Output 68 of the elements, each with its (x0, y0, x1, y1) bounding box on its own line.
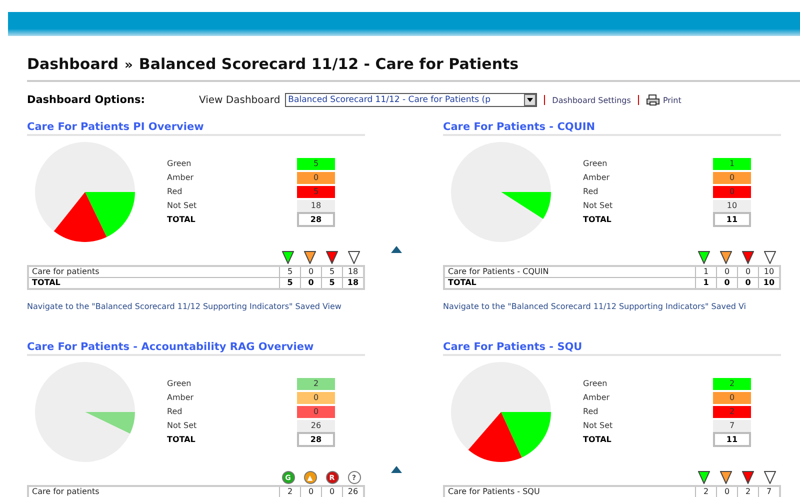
table-cell: 5 (322, 266, 342, 278)
back-to-top-icon[interactable] (391, 466, 402, 473)
count-value: 0 (297, 392, 335, 404)
legend-label: Red (167, 406, 184, 418)
total-label: TOTAL (583, 434, 612, 446)
legend-label: Red (583, 186, 600, 198)
breadcrumb-separator: » (124, 58, 133, 73)
legend-label: Green (583, 378, 608, 390)
count-value: 0 (713, 392, 751, 404)
total-value: 11 (713, 432, 751, 447)
count-value: 0 (713, 172, 751, 184)
breadcrumb-link[interactable]: Dashboard (27, 55, 118, 73)
legend-label: Not Set (583, 200, 614, 212)
count-value: 2 (297, 378, 335, 390)
count-value: 5 (297, 158, 335, 170)
legend-label: Amber (583, 172, 611, 184)
table-cell: 5 (280, 266, 300, 278)
count-value: 1 (713, 158, 751, 170)
count-value: 0 (713, 186, 751, 198)
count-value: 2 (713, 378, 751, 390)
legend-label: Red (583, 406, 600, 418)
legend-label: Not Set (583, 420, 614, 432)
dropdown-icon (527, 98, 534, 102)
legend-label: Amber (167, 392, 195, 404)
back-to-top-icon[interactable] (391, 246, 402, 253)
total-value: 28 (297, 432, 335, 447)
view-label: View Dashboard (199, 94, 280, 106)
legend-label: Amber (167, 172, 195, 184)
panel-title[interactable]: Care For Patients - SQU (443, 341, 781, 356)
count-value: 0 (297, 172, 335, 184)
legend-label: Not Set (167, 420, 198, 432)
table-cell: 1 (696, 266, 716, 278)
legend-label: Red (167, 186, 184, 198)
legend-label: Green (167, 158, 192, 170)
row-name: Care for Patients - CQUIN (444, 266, 696, 278)
count-value: 26 (297, 420, 335, 432)
legend-label: Green (167, 378, 192, 390)
dashboard-select[interactable]: Balanced Scorecard 11/12 - Care for Patients (p (285, 93, 538, 107)
total-label: TOTAL (167, 434, 196, 446)
print-link[interactable]: Print (662, 96, 682, 104)
panel-title[interactable]: Care For Patients PI Overview (27, 121, 365, 136)
total-label: TOTAL (583, 214, 612, 226)
total-value: 11 (713, 212, 751, 227)
legend-label: Not Set (167, 200, 198, 212)
settings-link[interactable]: Dashboard Settings (552, 96, 631, 104)
count-value: 10 (713, 200, 751, 212)
page-title: Balanced Scorecard 11/12 - Care for Patients (138, 55, 519, 73)
legend-label: Green (583, 158, 608, 170)
saved-view-link[interactable]: Navigate to the "Balanced Scorecard 11/12 Supporting Indicators" Saved View (27, 302, 365, 311)
saved-view-link[interactable]: Navigate to the "Balanced Scorecard 11/12 Supporting Indicators" Saved Vi (443, 302, 781, 311)
total-label: TOTAL (167, 214, 196, 226)
printer-icon[interactable] (646, 94, 660, 106)
count-value: 2 (713, 406, 751, 418)
table-cell: 0 (300, 266, 322, 278)
options-label: Dashboard Options: (27, 94, 146, 106)
table-cell: 0 (716, 266, 738, 278)
count-value: 18 (297, 200, 335, 212)
table-cell: 18 (342, 266, 364, 278)
count-value: 5 (297, 186, 335, 198)
table-cell: 10 (758, 266, 780, 278)
table-cell: 0 (738, 266, 758, 278)
count-value: 7 (713, 420, 751, 432)
count-value: 0 (297, 406, 335, 418)
panel-title[interactable]: Care For Patients - CQUIN (443, 121, 781, 136)
total-value: 28 (297, 212, 335, 227)
legend-label: Amber (583, 392, 611, 404)
row-name: Care for patients (28, 266, 280, 278)
panel-title[interactable]: Care For Patients - Accountability RAG Overview (27, 341, 365, 356)
